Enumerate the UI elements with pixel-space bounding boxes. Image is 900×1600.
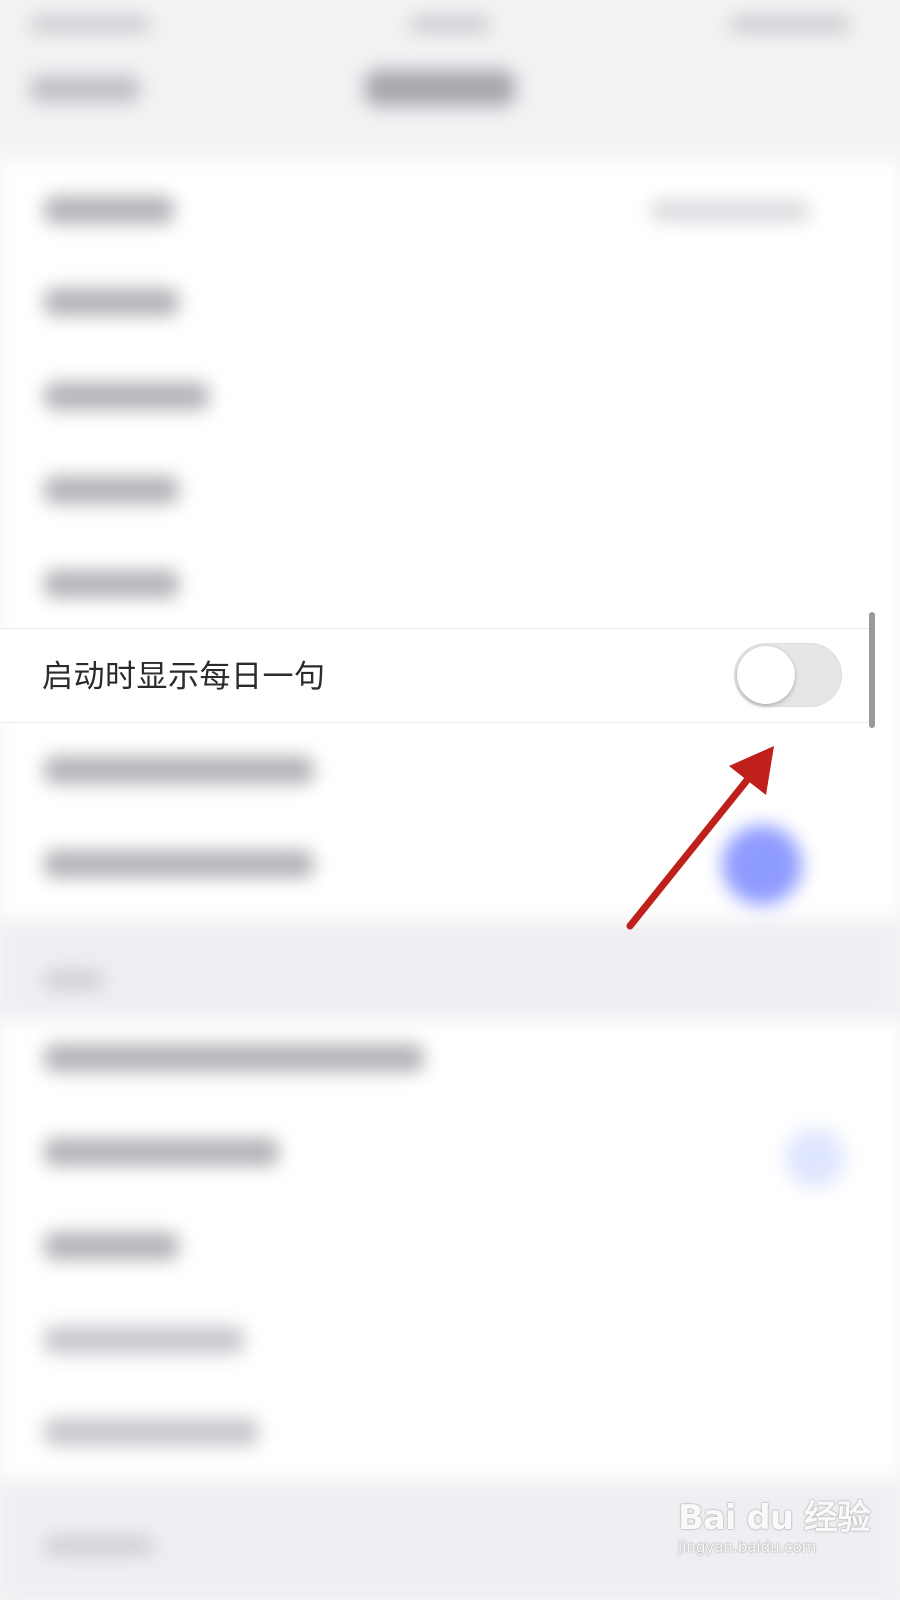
list-item[interactable]	[44, 1326, 244, 1354]
toggle-switch[interactable]	[734, 643, 842, 707]
list-item[interactable]	[44, 1138, 279, 1166]
list-item[interactable]	[44, 382, 209, 410]
settings-section-2	[0, 1020, 900, 1480]
setting-label: 启动时显示每日一句	[42, 659, 326, 695]
scrollbar[interactable]	[869, 612, 875, 728]
list-item[interactable]	[44, 1232, 179, 1260]
back-button[interactable]	[30, 76, 140, 102]
toggle-switch[interactable]	[785, 1128, 845, 1188]
setting-row-daily-quote[interactable]: 启动时显示每日一句	[0, 628, 870, 723]
list-item[interactable]	[44, 196, 174, 224]
status-bar	[0, 0, 900, 50]
list-item[interactable]	[44, 756, 314, 784]
watermark-url: jingyan.baidu.com	[678, 1538, 817, 1556]
list-item[interactable]	[44, 1044, 424, 1072]
watermark: Bai du 经验 jingyan.baidu.com	[670, 1470, 871, 1580]
phone-screen: 启动时显示每日一句 Bai du 经验 jingyan.baidu.com	[0, 0, 900, 1600]
navigation-bar	[0, 50, 900, 150]
list-item[interactable]	[44, 288, 179, 316]
list-item[interactable]	[44, 476, 179, 504]
toggle-knob	[737, 646, 795, 704]
section-header	[0, 920, 900, 1020]
page-title	[365, 70, 515, 106]
blurred-background	[0, 0, 900, 1600]
toggle-switch-on[interactable]	[722, 825, 802, 905]
list-item[interactable]	[44, 1418, 259, 1446]
settings-section-1	[0, 160, 900, 920]
list-item[interactable]	[44, 570, 179, 598]
list-item[interactable]	[44, 850, 314, 878]
baidu-logo: Bai du 经验	[678, 1498, 871, 1538]
